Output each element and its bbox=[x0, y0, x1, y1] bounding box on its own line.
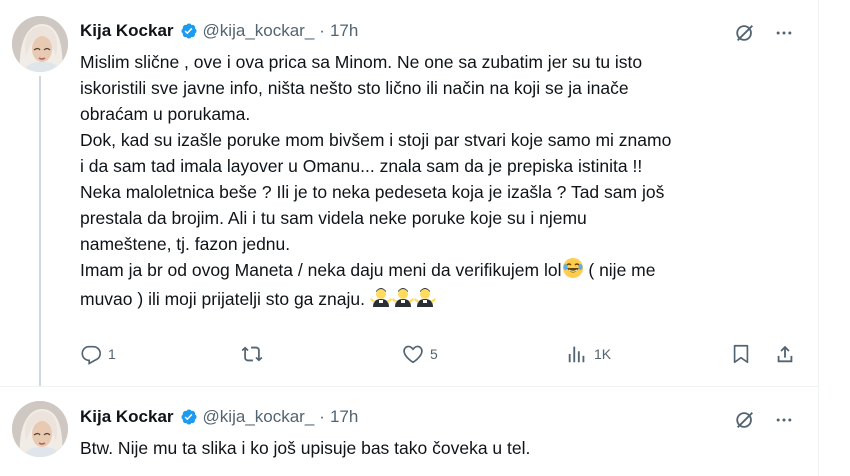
text-line: obraćam u porukama. bbox=[80, 104, 251, 124]
thread-line bbox=[39, 76, 41, 386]
laughing-emoji-icon bbox=[562, 257, 584, 286]
person-shrugging-icon bbox=[369, 286, 392, 315]
tweet-top-actions bbox=[734, 409, 794, 436]
separator-dot: · bbox=[319, 407, 325, 426]
tweet-top-actions bbox=[734, 22, 794, 49]
tweet[interactable]: Kija Kockar @kija_kockar_ · 17h Mislim s… bbox=[0, 0, 818, 386]
text-line: Dok, kad su izašle poruke mom bivšem i s… bbox=[80, 130, 672, 150]
text-line: Mislim slične , ove i ova prica sa Minom… bbox=[80, 52, 643, 72]
person-shrugging-icon bbox=[413, 286, 436, 315]
author-handle[interactable]: @kija_kockar_ bbox=[203, 407, 315, 427]
grok-icon[interactable] bbox=[734, 22, 756, 49]
tweet-actions: 1 5 1K bbox=[80, 343, 796, 373]
author-name[interactable]: Kija Kockar bbox=[80, 21, 174, 41]
separator-dot: · bbox=[319, 21, 325, 40]
verified-badge-icon bbox=[178, 21, 198, 41]
more-icon[interactable] bbox=[774, 23, 794, 48]
tweet-header: Kija Kockar @kija_kockar_ · 17h bbox=[80, 19, 358, 43]
views-count: 1K bbox=[594, 346, 612, 362]
avatar[interactable] bbox=[12, 401, 68, 457]
views-button[interactable]: 1K bbox=[566, 343, 611, 365]
like-count: 5 bbox=[430, 346, 438, 362]
author-name[interactable]: Kija Kockar bbox=[80, 407, 174, 427]
tweet-text: Mislim slične , ove i ova prica sa Minom… bbox=[80, 49, 805, 315]
like-icon bbox=[402, 343, 424, 365]
person-shrugging-icon bbox=[391, 286, 414, 315]
share-button[interactable] bbox=[774, 343, 796, 365]
verified-badge-icon bbox=[178, 407, 198, 427]
text-line: iskoristili sve javne info, ništa nešto … bbox=[80, 78, 629, 98]
retweet-button[interactable] bbox=[240, 343, 264, 365]
author-handle[interactable]: @kija_kockar_ bbox=[203, 21, 315, 41]
timestamp[interactable]: 17h bbox=[330, 407, 358, 427]
retweet-icon bbox=[240, 343, 264, 365]
reply-button[interactable]: 1 bbox=[80, 343, 116, 365]
share-icon bbox=[774, 343, 796, 365]
bookmark-button[interactable] bbox=[730, 343, 752, 365]
text-line: Neka maloletnica beše ? Ili je to neka p… bbox=[80, 182, 665, 202]
like-button[interactable]: 5 bbox=[402, 343, 438, 365]
avatar[interactable] bbox=[12, 16, 68, 72]
more-icon[interactable] bbox=[774, 410, 794, 435]
reply-count: 1 bbox=[108, 346, 116, 362]
text-line: i da sam tad imala layover u Omanu... zn… bbox=[80, 156, 643, 176]
text-line: muvao ) ili moji prijatelji sto ga znaju… bbox=[80, 289, 365, 309]
right-border bbox=[818, 0, 819, 476]
tweet-text: Btw. Nije mu ta slika i ko još upisuje b… bbox=[80, 438, 531, 458]
tweet[interactable]: Kija Kockar @kija_kockar_ · 17h Btw. Nij… bbox=[0, 387, 818, 476]
text-line: ( nije me bbox=[588, 260, 656, 280]
bookmark-icon bbox=[730, 343, 752, 365]
timestamp[interactable]: 17h bbox=[330, 21, 358, 41]
tweet-header: Kija Kockar @kija_kockar_ · 17h bbox=[80, 405, 358, 429]
reply-icon bbox=[80, 343, 102, 365]
text-line: nameštene, tj. fazon jednu. bbox=[80, 234, 291, 254]
grok-icon[interactable] bbox=[734, 409, 756, 436]
views-icon bbox=[566, 343, 588, 365]
text-line: Imam ja br od ovog Maneta / neka daju me… bbox=[80, 260, 562, 280]
text-line: prestala da brojim. Ali i tu sam videla … bbox=[80, 208, 587, 228]
